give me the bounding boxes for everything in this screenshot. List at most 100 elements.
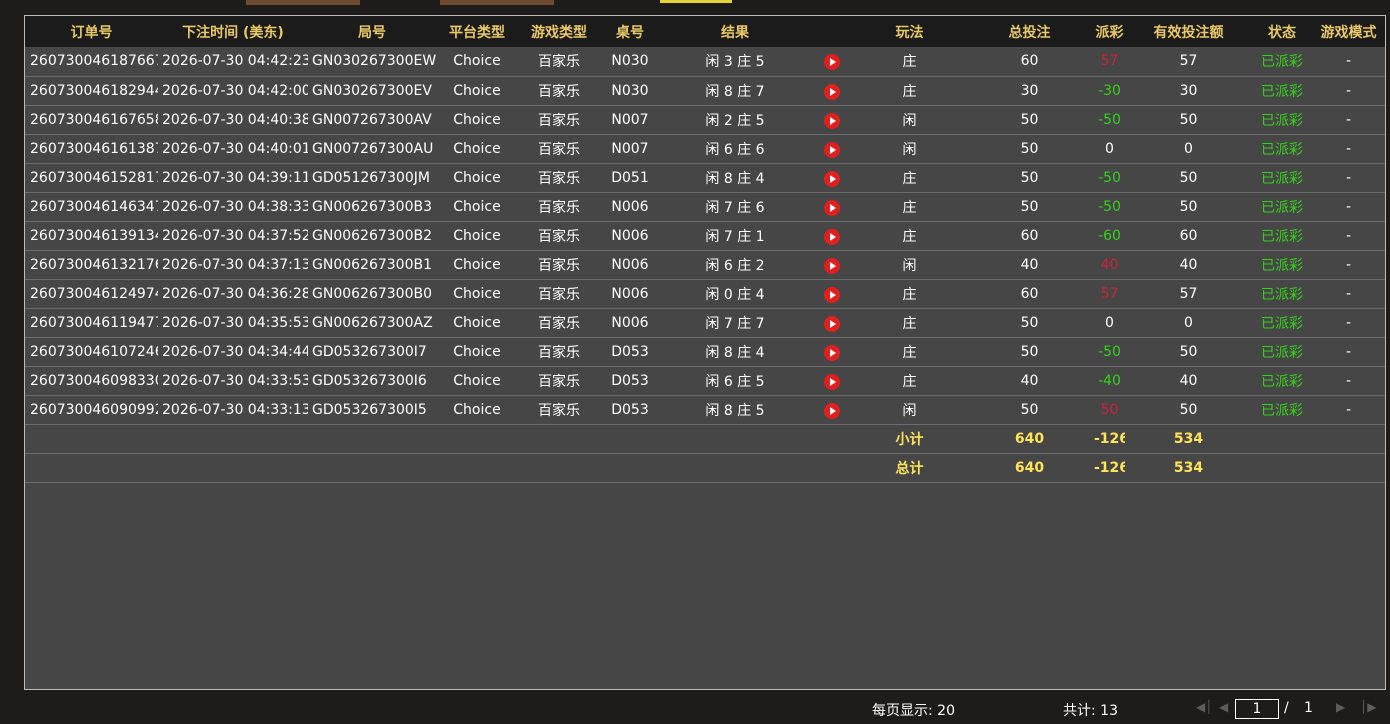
- bet-records-table: 订单号 下注时间 (美东) 局号 平台类型 游戏类型 桌号 结果 玩法 总投注 派彩 有效投注额 状态…: [25, 16, 1385, 483]
- platform-cell: Choice: [436, 308, 518, 338]
- table-row[interactable]: 260730046187667 2026-07-30 04:42:23 GN0302…: [25, 47, 1385, 77]
- replay-cell[interactable]: [810, 163, 854, 193]
- table-row[interactable]: 260730046132176 2026-07-30 04:37:13 GN0062…: [25, 250, 1385, 280]
- bet-records-grid: 订单号 下注时间 (美东) 局号 平台类型 游戏类型 桌号 结果 玩法 总投注 派彩 有效投注额 状态…: [24, 15, 1386, 690]
- summary-empty-cell: [518, 424, 600, 454]
- payout-cell: -60: [1094, 221, 1125, 251]
- game-mode-cell: -: [1312, 395, 1385, 425]
- bet-type-cell: 庄: [854, 76, 965, 106]
- payout-cell: 0: [1094, 134, 1125, 164]
- game-mode-cell: -: [1312, 192, 1385, 222]
- payout-cell: 50: [1094, 395, 1125, 425]
- play-circle-icon[interactable]: [824, 170, 840, 187]
- replay-cell[interactable]: [810, 192, 854, 222]
- bet-type-cell: 闲: [854, 134, 965, 164]
- replay-cell[interactable]: [810, 337, 854, 367]
- summary-empty-cell: [810, 453, 854, 483]
- column-header: [810, 16, 854, 47]
- payout-cell: -50: [1094, 192, 1125, 222]
- table-row[interactable]: 260730046098330 2026-07-30 04:33:53 GD0532…: [25, 366, 1385, 396]
- bet-type-cell: 庄: [854, 221, 965, 251]
- play-circle-icon[interactable]: [824, 286, 840, 303]
- order-number-cell: 260730046167658: [25, 105, 158, 135]
- play-circle-icon[interactable]: [824, 199, 840, 216]
- bet-type-cell: 庄: [854, 47, 965, 77]
- table-row[interactable]: 260730046107246 2026-07-30 04:34:44 GD0532…: [25, 337, 1385, 367]
- table-row[interactable]: 260730046161387 2026-07-30 04:40:01 GN0072…: [25, 134, 1385, 164]
- summary-empty-cell: [436, 424, 518, 454]
- play-circle-icon[interactable]: [824, 257, 840, 274]
- round-id-cell: GN006267300B0: [308, 279, 436, 309]
- bet-time-cell: 2026-07-30 04:42:00: [158, 76, 308, 106]
- first-page-icon[interactable]: ◀│: [1196, 700, 1212, 714]
- prev-page-icon[interactable]: ◀: [1219, 700, 1228, 714]
- replay-cell[interactable]: [810, 76, 854, 106]
- replay-cell[interactable]: [810, 250, 854, 280]
- game-mode-cell: -: [1312, 279, 1385, 309]
- summary-empty-cell: [25, 453, 158, 483]
- table-row[interactable]: 260730046124974 2026-07-30 04:36:28 GN0062…: [25, 279, 1385, 309]
- status-cell: 已派彩: [1252, 366, 1312, 396]
- top-tab-active[interactable]: [660, 0, 732, 3]
- table-row[interactable]: 260730046119477 2026-07-30 04:35:53 GN0062…: [25, 308, 1385, 338]
- result-cell: 闲 7 庄 7: [660, 308, 810, 338]
- replay-cell[interactable]: [810, 105, 854, 135]
- total-bet-cell: 40: [965, 366, 1094, 396]
- table-row[interactable]: 260730046182944 2026-07-30 04:42:00 GN0302…: [25, 76, 1385, 106]
- payout-cell: 0: [1094, 308, 1125, 338]
- table-row[interactable]: 260730046139134 2026-07-30 04:37:52 GN0062…: [25, 221, 1385, 251]
- total-bet-cell: 60: [965, 221, 1094, 251]
- top-tab-1[interactable]: [246, 0, 360, 5]
- result-cell: 闲 7 庄 6: [660, 192, 810, 222]
- valid-bet-cell: 60: [1125, 221, 1252, 251]
- play-circle-icon[interactable]: [824, 373, 840, 390]
- replay-cell[interactable]: [810, 47, 854, 77]
- table-number-cell: D053: [600, 366, 660, 396]
- play-circle-icon[interactable]: [824, 228, 840, 245]
- payout-cell: -50: [1094, 337, 1125, 367]
- bet-time-cell: 2026-07-30 04:40:01: [158, 134, 308, 164]
- table-row[interactable]: 260730046090992 2026-07-30 04:33:13 GD0532…: [25, 395, 1385, 425]
- status-cell: 已派彩: [1252, 163, 1312, 193]
- play-circle-icon[interactable]: [824, 344, 840, 361]
- status-cell: 已派彩: [1252, 105, 1312, 135]
- table-number-cell: N007: [600, 134, 660, 164]
- result-cell: 闲 0 庄 4: [660, 279, 810, 309]
- valid-bet-cell: 57: [1125, 279, 1252, 309]
- next-page-icon[interactable]: ▶: [1336, 700, 1345, 714]
- play-circle-icon[interactable]: [824, 112, 840, 129]
- replay-cell[interactable]: [810, 308, 854, 338]
- table-body: 260730046187667 2026-07-30 04:42:23 GN0302…: [25, 47, 1385, 483]
- replay-cell[interactable]: [810, 134, 854, 164]
- game-mode-cell: -: [1312, 337, 1385, 367]
- replay-cell[interactable]: [810, 366, 854, 396]
- page-number-input[interactable]: [1235, 699, 1279, 719]
- page-size-label[interactable]: 每页显示: 20: [872, 700, 955, 720]
- last-page-icon[interactable]: │▶: [1360, 700, 1376, 714]
- status-cell: 已派彩: [1252, 47, 1312, 77]
- bet-type-cell: 闲: [854, 250, 965, 280]
- summary-valid-cell: 534: [1125, 453, 1252, 483]
- replay-cell[interactable]: [810, 279, 854, 309]
- replay-cell[interactable]: [810, 395, 854, 425]
- play-circle-icon[interactable]: [824, 141, 840, 158]
- table-row[interactable]: 260730046146347 2026-07-30 04:38:33 GN0062…: [25, 192, 1385, 222]
- game-type-cell: 百家乐: [518, 192, 600, 222]
- play-circle-icon[interactable]: [824, 83, 840, 100]
- play-circle-icon[interactable]: [824, 402, 840, 419]
- order-number-cell: 260730046098330: [25, 366, 158, 396]
- platform-cell: Choice: [436, 47, 518, 77]
- replay-cell[interactable]: [810, 221, 854, 251]
- table-row[interactable]: 260730046167658 2026-07-30 04:40:38 GN0072…: [25, 105, 1385, 135]
- total-bet-cell: 60: [965, 279, 1094, 309]
- top-tab-2[interactable]: [440, 0, 554, 5]
- summary-empty-cell: [158, 424, 308, 454]
- table-row[interactable]: 260730046152817 2026-07-30 04:39:11 GD0512…: [25, 163, 1385, 193]
- play-circle-icon[interactable]: [824, 315, 840, 332]
- play-circle-icon[interactable]: [824, 54, 840, 71]
- summary-valid-cell: 534: [1125, 424, 1252, 454]
- summary-empty-cell: [600, 453, 660, 483]
- round-id-cell: GD051267300JM: [308, 163, 436, 193]
- bet-type-cell: 庄: [854, 337, 965, 367]
- table-number-cell: N006: [600, 192, 660, 222]
